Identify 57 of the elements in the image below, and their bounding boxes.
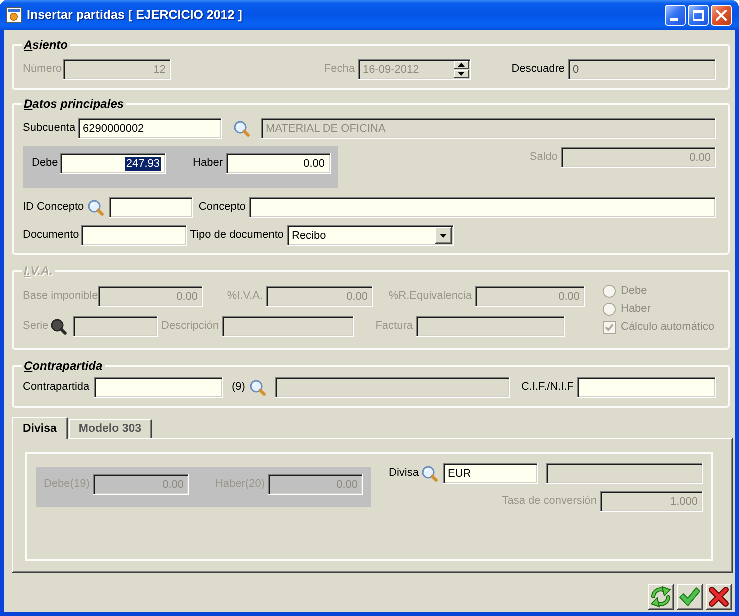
field-label: Factura xyxy=(376,320,413,333)
refresh-icon xyxy=(650,586,672,608)
document-field[interactable] xyxy=(81,225,187,246)
group-title: Datos principales xyxy=(23,97,126,111)
field-label: Contrapartida xyxy=(23,381,90,394)
minimize-icon xyxy=(670,18,678,20)
group-title: Contrapartida xyxy=(23,359,104,373)
maximize-icon xyxy=(693,10,704,20)
field-label: Tasa de conversión xyxy=(502,495,597,508)
tab[interactable]: Modelo 303 xyxy=(68,419,152,438)
concept-id-field[interactable] xyxy=(109,197,193,218)
window-title: Insertar partidas [ EJERCICIO 2012 ] xyxy=(27,8,242,22)
search-icon[interactable] xyxy=(51,318,67,334)
count-label: (9) xyxy=(232,381,246,394)
field-label: %R.Equivalencia xyxy=(388,290,472,303)
refresh-button[interactable] xyxy=(648,584,674,610)
field-label: Saldo xyxy=(530,151,558,164)
field-label: Haber xyxy=(193,157,223,170)
caret-down-icon xyxy=(458,72,465,76)
minimize-button[interactable] xyxy=(665,4,686,26)
field-label: Subcuenta xyxy=(23,122,76,135)
caret-down-icon xyxy=(440,234,447,238)
field-label: Documento xyxy=(23,229,80,242)
field-label: Debe xyxy=(32,157,58,170)
concept-field[interactable] xyxy=(249,197,716,218)
field-label: Base imponible xyxy=(23,290,98,303)
dropdown-button[interactable] xyxy=(435,227,452,244)
field-label: Tipo de documento xyxy=(190,229,284,242)
tax-id-field[interactable] xyxy=(577,377,716,398)
close-icon xyxy=(716,10,727,20)
field-label: C.I.F./N.I.F xyxy=(521,381,574,394)
check-icon xyxy=(679,587,701,607)
field-label: Número xyxy=(23,63,62,76)
field-label: Fecha xyxy=(324,63,355,76)
close-button[interactable] xyxy=(711,4,732,26)
app-icon xyxy=(6,7,22,23)
document-type-dropdown[interactable]: Recibo xyxy=(287,225,454,246)
imbalance-field[interactable]: 0 xyxy=(568,59,716,80)
field-label: Divisa xyxy=(389,467,419,480)
counterpart-field[interactable] xyxy=(94,377,223,398)
field-label: Serie xyxy=(23,320,49,333)
field-label: Descripción xyxy=(162,320,219,333)
maximize-button[interactable] xyxy=(688,4,709,26)
field-label: %I.V.A. xyxy=(227,290,263,303)
accept-button[interactable] xyxy=(677,584,703,610)
currency-field[interactable]: EUR xyxy=(443,463,538,484)
field-label: Descuadre xyxy=(512,63,565,76)
field-label: Concepto xyxy=(198,201,246,214)
caret-up-icon xyxy=(458,63,465,67)
credit-field[interactable]: 0.00 xyxy=(226,153,331,174)
cancel-button[interactable] xyxy=(706,584,732,610)
field-label: ID Concepto xyxy=(23,201,84,214)
group-title: Asiento xyxy=(22,38,70,52)
debit-field[interactable]: 247.93 xyxy=(60,153,166,174)
tab[interactable]: Divisa xyxy=(12,417,68,439)
close-icon xyxy=(708,586,730,608)
account-code-field[interactable]: 6290000002 xyxy=(78,118,222,139)
